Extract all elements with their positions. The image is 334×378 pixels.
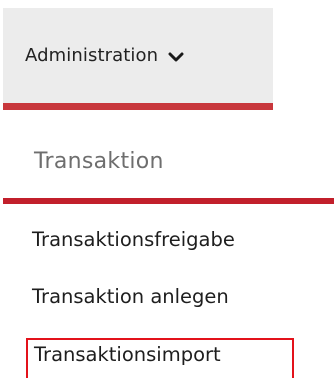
administration-tab-content: Administration	[3, 8, 273, 102]
menu-item-transaktionsimport[interactable]: Transaktionsimport	[26, 338, 294, 378]
administration-menu-tab[interactable]: Administration	[3, 8, 273, 110]
menu-item-transaktion-anlegen[interactable]: Transaktion anlegen	[32, 285, 229, 308]
section-divider	[3, 198, 334, 204]
active-tab-underline	[3, 103, 273, 110]
submenu-section-title: Transaktion	[34, 149, 164, 174]
administration-label: Administration	[25, 44, 159, 66]
chevron-down-icon	[168, 50, 184, 64]
menu-item-transaktionsfreigabe[interactable]: Transaktionsfreigabe	[32, 228, 235, 251]
